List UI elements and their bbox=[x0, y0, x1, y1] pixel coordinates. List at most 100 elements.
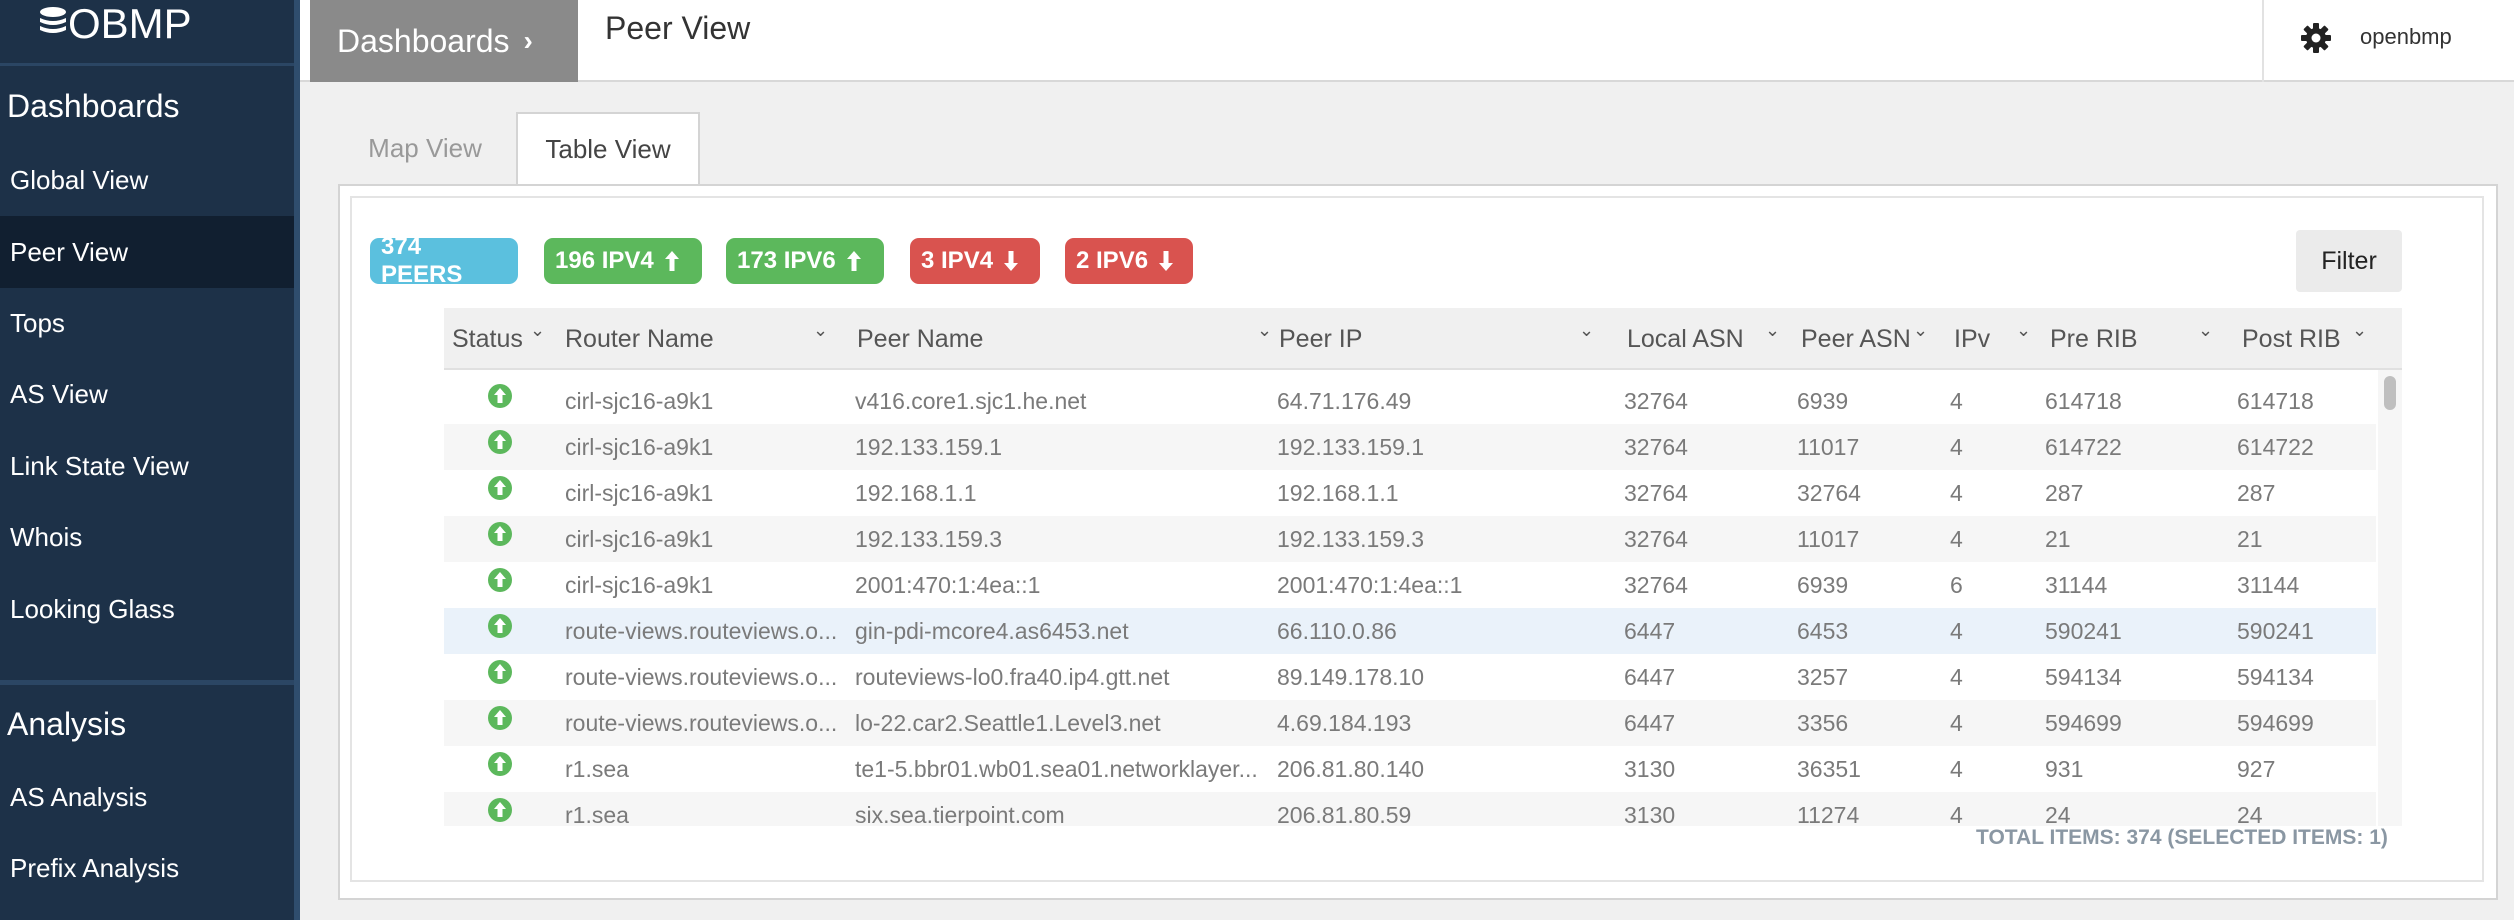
cell-peer-asn: 6939 bbox=[1797, 387, 1849, 414]
cell-peer-ip: 192.133.159.3 bbox=[1277, 525, 1425, 552]
cell-post-rib: 614718 bbox=[2237, 387, 2314, 414]
cell-ipv: 4 bbox=[1950, 479, 1963, 506]
cell-peer-name: gin-pdi-mcore4.as6453.net bbox=[855, 617, 1129, 644]
cell-router: cirl-sjc16-a9k1 bbox=[565, 571, 714, 598]
table-row[interactable]: r1.sea te1-5.bbr01.wb01.sea01.networklaye… bbox=[444, 746, 2376, 792]
cell-ipv: 4 bbox=[1950, 709, 1963, 736]
cell-ipv: 4 bbox=[1950, 433, 1963, 460]
cell-post-rib: 31144 bbox=[2237, 571, 2300, 598]
cell-post-rib: 614722 bbox=[2237, 433, 2314, 460]
cell-peer-ip: 206.81.80.140 bbox=[1277, 755, 1425, 782]
cell-pre-rib: 31144 bbox=[2045, 571, 2108, 598]
table-row[interactable]: cirl-sjc16-a9k1 2001:470:1:4ea::1 2001:470… bbox=[444, 562, 2376, 608]
cell-post-rib: 21 bbox=[2237, 525, 2263, 552]
cell-peer-ip: 192.133.159.1 bbox=[1277, 433, 1425, 460]
table-row[interactable]: route-views.routeviews.o... lo-22.car2.Se… bbox=[444, 700, 2376, 746]
status-up-icon bbox=[488, 568, 512, 592]
status-up-icon bbox=[488, 522, 512, 546]
table-scrollbar-thumb[interactable] bbox=[2384, 376, 2396, 410]
cell-peer-ip: 2001:470:1:4ea::1 bbox=[1277, 571, 1463, 598]
cell-pre-rib: 24 bbox=[2045, 801, 2071, 827]
cell-local-asn: 6447 bbox=[1624, 617, 1676, 644]
cell-peer-name: 2001:470:1:4ea::1 bbox=[855, 571, 1041, 598]
cell-peer-asn: 32764 bbox=[1797, 479, 1861, 506]
sidebar-item-prefix-analysis[interactable]: Prefix Analysis bbox=[0, 832, 294, 904]
cell-peer-ip: 66.110.0.86 bbox=[1277, 617, 1397, 644]
status-up-icon bbox=[488, 752, 512, 776]
status-up-icon bbox=[488, 430, 512, 454]
cell-local-asn: 32764 bbox=[1624, 433, 1688, 460]
cell-router: r1.sea bbox=[565, 755, 629, 782]
cell-peer-asn: 3356 bbox=[1797, 709, 1849, 736]
cell-peer-ip: 192.168.1.1 bbox=[1277, 479, 1399, 506]
cell-pre-rib: 614722 bbox=[2045, 433, 2122, 460]
cell-pre-rib: 614718 bbox=[2045, 387, 2122, 414]
cell-router: route-views.routeviews.o... bbox=[565, 709, 838, 736]
table-row[interactable]: cirl-sjc16-a9k1 192.133.159.3 192.133.159.… bbox=[444, 516, 2376, 562]
cell-pre-rib: 594699 bbox=[2045, 709, 2122, 736]
cell-router: route-views.routeviews.o... bbox=[565, 663, 838, 690]
table-row[interactable]: cirl-sjc16-a9k1 192.168.1.1 192.168.1.1 327… bbox=[444, 470, 2376, 516]
cell-pre-rib: 594134 bbox=[2045, 663, 2122, 690]
cell-ipv: 4 bbox=[1950, 663, 1963, 690]
cell-local-asn: 32764 bbox=[1624, 387, 1688, 414]
cell-post-rib: 24 bbox=[2237, 801, 2263, 827]
cell-peer-name: 192.133.159.3 bbox=[855, 525, 1003, 552]
cell-router: cirl-sjc16-a9k1 bbox=[565, 479, 714, 506]
cell-post-rib: 594134 bbox=[2237, 663, 2314, 690]
cell-router: cirl-sjc16-a9k1 bbox=[565, 525, 714, 552]
status-up-icon bbox=[488, 706, 512, 730]
cell-post-rib: 287 bbox=[2237, 479, 2276, 506]
cell-peer-ip: 64.71.176.49 bbox=[1277, 387, 1412, 414]
cell-local-asn: 6447 bbox=[1624, 709, 1676, 736]
status-up-icon bbox=[488, 798, 512, 822]
table-row[interactable]: cirl-sjc16-a9k1 192.133.159.1 192.133.159.… bbox=[444, 424, 2376, 470]
cell-ipv: 4 bbox=[1950, 755, 1963, 782]
cell-router: cirl-sjc16-a9k1 bbox=[565, 433, 714, 460]
cell-local-asn: 3130 bbox=[1624, 755, 1676, 782]
table-row[interactable]: r1.sea six.sea.tierpoint.com 206.81.80.59 3… bbox=[444, 792, 2376, 826]
cell-pre-rib: 590241 bbox=[2045, 617, 2122, 644]
cell-pre-rib: 287 bbox=[2045, 479, 2084, 506]
cell-peer-asn: 36351 bbox=[1797, 755, 1861, 782]
cell-pre-rib: 21 bbox=[2045, 525, 2071, 552]
cell-peer-asn: 6453 bbox=[1797, 617, 1849, 644]
cell-local-asn: 3130 bbox=[1624, 801, 1676, 827]
cell-peer-asn: 11017 bbox=[1797, 433, 1860, 460]
status-up-icon bbox=[488, 614, 512, 638]
cell-local-asn: 32764 bbox=[1624, 479, 1688, 506]
table-body: cirl-sjc16-a9k1 v416.core1.sjc1.he.net 64.… bbox=[0, 0, 2514, 826]
cell-peer-asn: 3257 bbox=[1797, 663, 1849, 690]
table-scrollbar[interactable] bbox=[2378, 370, 2402, 826]
cell-ipv: 6 bbox=[1950, 571, 1963, 598]
status-up-icon bbox=[488, 660, 512, 684]
cell-ipv: 4 bbox=[1950, 387, 1963, 414]
table-footer-total: TOTAL ITEMS: 374 (SELECTED ITEMS: 1) bbox=[1976, 826, 2388, 849]
table-row[interactable]: cirl-sjc16-a9k1 v416.core1.sjc1.he.net 64.… bbox=[444, 378, 2376, 424]
cell-pre-rib: 931 bbox=[2045, 755, 2084, 782]
cell-peer-name: v416.core1.sjc1.he.net bbox=[855, 387, 1087, 414]
cell-router: cirl-sjc16-a9k1 bbox=[565, 387, 714, 414]
cell-local-asn: 32764 bbox=[1624, 571, 1688, 598]
table-row[interactable]: route-views.routeviews.o... gin-pdi-mcore… bbox=[444, 608, 2376, 654]
cell-router: route-views.routeviews.o... bbox=[565, 617, 838, 644]
cell-peer-name: routeviews-lo0.fra40.ip4.gtt.net bbox=[855, 663, 1170, 690]
cell-post-rib: 594699 bbox=[2237, 709, 2314, 736]
cell-ipv: 4 bbox=[1950, 801, 1963, 827]
cell-post-rib: 927 bbox=[2237, 755, 2276, 782]
status-up-icon bbox=[488, 476, 512, 500]
cell-peer-ip: 206.81.80.59 bbox=[1277, 801, 1412, 827]
cell-post-rib: 590241 bbox=[2237, 617, 2314, 644]
cell-peer-asn: 11274 bbox=[1797, 801, 1860, 827]
cell-peer-ip: 4.69.184.193 bbox=[1277, 709, 1412, 736]
cell-peer-asn: 11017 bbox=[1797, 525, 1860, 552]
cell-peer-name: te1-5.bbr01.wb01.sea01.networklayer... bbox=[855, 755, 1258, 782]
cell-peer-name: six.sea.tierpoint.com bbox=[855, 801, 1065, 827]
table-row[interactable]: route-views.routeviews.o... routeviews-lo… bbox=[444, 654, 2376, 700]
cell-peer-ip: 89.149.178.10 bbox=[1277, 663, 1425, 690]
cell-local-asn: 32764 bbox=[1624, 525, 1688, 552]
cell-peer-asn: 6939 bbox=[1797, 571, 1849, 598]
cell-router: r1.sea bbox=[565, 801, 629, 827]
cell-peer-name: 192.168.1.1 bbox=[855, 479, 977, 506]
status-up-icon bbox=[488, 384, 512, 408]
